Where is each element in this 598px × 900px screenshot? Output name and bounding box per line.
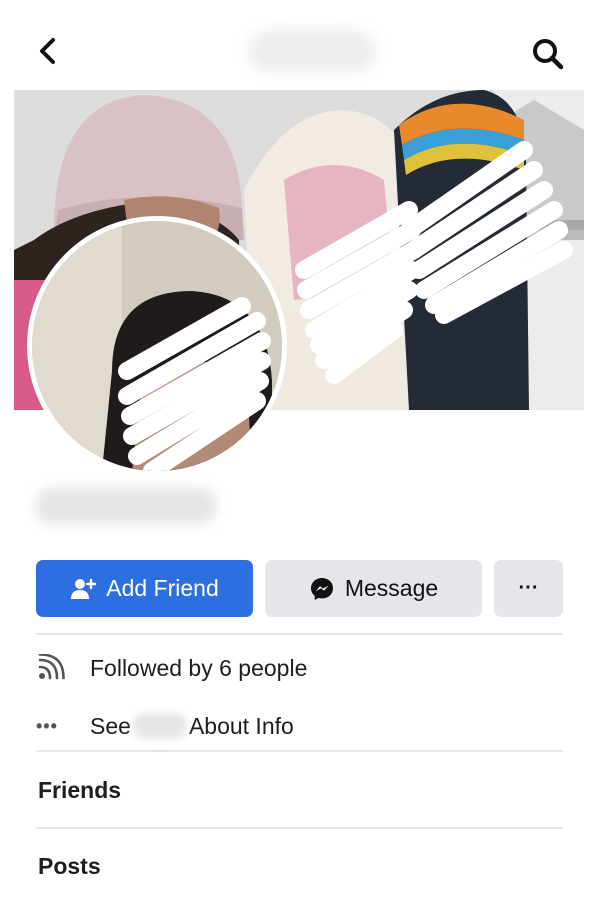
profile-picture[interactable] — [27, 216, 287, 476]
posts-section-title[interactable]: Posts — [38, 853, 101, 880]
redacted-name-fragment — [132, 713, 187, 739]
profile-picture-image — [32, 221, 282, 471]
redacted-profile-name — [36, 488, 216, 524]
back-button[interactable] — [32, 34, 66, 68]
message-button[interactable]: Message — [265, 560, 482, 617]
add-person-icon — [71, 578, 97, 599]
about-suffix: About Info — [188, 712, 294, 739]
search-button[interactable] — [530, 36, 566, 72]
about-info-row[interactable]: ••• See About Info — [36, 706, 294, 746]
more-dots-icon: ··· — [518, 577, 539, 599]
about-prefix: See — [90, 712, 131, 739]
chevron-left-icon — [40, 38, 55, 64]
more-dots-icon: ••• — [36, 715, 58, 736]
divider — [36, 750, 563, 752]
messenger-icon — [310, 577, 333, 600]
followers-row[interactable]: Followed by 6 people — [36, 648, 307, 688]
add-friend-label: Add Friend — [106, 575, 219, 601]
rss-icon — [36, 654, 76, 682]
friends-section-title[interactable]: Friends — [38, 777, 121, 804]
divider — [36, 827, 563, 829]
top-bar — [0, 0, 598, 90]
more-options-button[interactable]: ··· — [494, 560, 563, 617]
add-friend-button[interactable]: Add Friend — [36, 560, 253, 617]
redacted-profile-title — [248, 30, 376, 72]
divider — [36, 633, 563, 635]
followers-text: Followed by 6 people — [90, 654, 308, 681]
message-label: Message — [344, 575, 439, 601]
search-icon — [533, 39, 564, 70]
